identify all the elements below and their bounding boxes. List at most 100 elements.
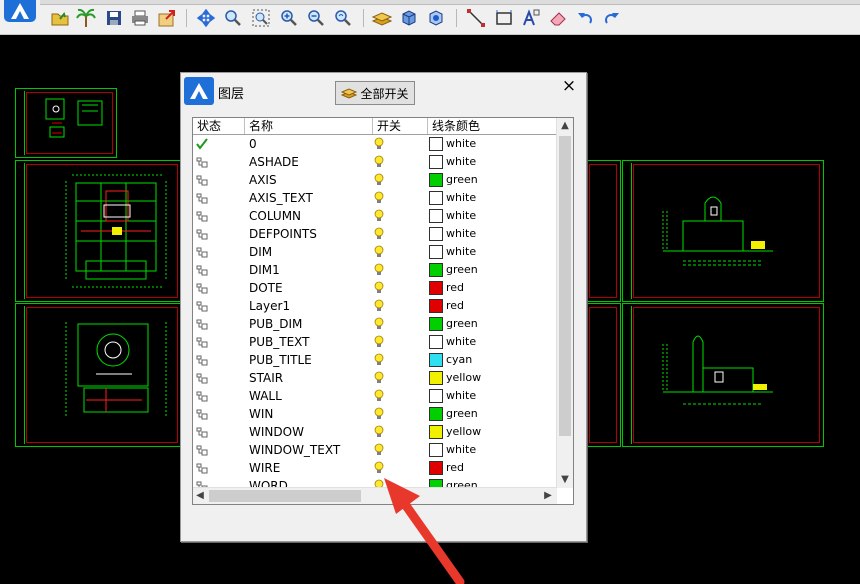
pan-icon[interactable]: [196, 8, 216, 28]
layer-status-icon[interactable]: [196, 372, 208, 384]
layer-row[interactable]: PUB_DIM green: [193, 315, 557, 333]
color-swatch[interactable]: [429, 335, 443, 349]
color-swatch[interactable]: [429, 137, 443, 151]
layer-row[interactable]: AXIS green: [193, 171, 557, 189]
color-swatch[interactable]: [429, 281, 443, 295]
column-header-line-color[interactable]: 线条颜色: [428, 118, 557, 134]
layer-row[interactable]: 0 white: [193, 135, 557, 153]
lightbulb-on-icon[interactable]: [374, 371, 384, 388]
layer-row[interactable]: ASHADE white: [193, 153, 557, 171]
current-layer-check-icon[interactable]: [196, 138, 208, 150]
layer-status-icon[interactable]: [196, 336, 208, 348]
layer-color-name[interactable]: yellow: [446, 423, 481, 441]
lightbulb-on-icon[interactable]: [374, 353, 384, 370]
cube-icon[interactable]: [399, 8, 419, 28]
layer-color-name[interactable]: green: [446, 171, 478, 189]
color-swatch[interactable]: [429, 263, 443, 277]
layer-color-name[interactable]: green: [446, 261, 478, 279]
eraser-icon[interactable]: [548, 8, 568, 28]
color-swatch[interactable]: [429, 371, 443, 385]
color-swatch[interactable]: [429, 317, 443, 331]
layer-color-name[interactable]: yellow: [446, 369, 481, 387]
layer-status-icon[interactable]: [196, 462, 208, 474]
lightbulb-on-icon[interactable]: [374, 155, 384, 172]
layer-status-icon[interactable]: [196, 426, 208, 438]
lightbulb-on-icon[interactable]: [374, 443, 384, 460]
layer-row[interactable]: PUB_TEXT white: [193, 333, 557, 351]
layer-color-name[interactable]: white: [446, 189, 476, 207]
layer-color-name[interactable]: red: [446, 279, 464, 297]
layer-status-icon[interactable]: [196, 444, 208, 456]
layer-row[interactable]: Layer1 red: [193, 297, 557, 315]
column-header-name[interactable]: 名称: [245, 118, 373, 134]
layer-status-icon[interactable]: [196, 354, 208, 366]
layer-row[interactable]: WINDOW yellow: [193, 423, 557, 441]
layer-color-name[interactable]: cyan: [446, 351, 472, 369]
layer-color-name[interactable]: white: [446, 153, 476, 171]
line-icon[interactable]: [466, 8, 486, 28]
app-logo-icon[interactable]: [4, 0, 36, 22]
palm-tree-icon[interactable]: [76, 8, 96, 28]
lightbulb-on-icon[interactable]: [374, 263, 384, 280]
layer-status-icon[interactable]: [196, 390, 208, 402]
layer-row[interactable]: DEFPOINTS white: [193, 225, 557, 243]
color-swatch[interactable]: [429, 299, 443, 313]
close-button[interactable]: ×: [560, 77, 578, 95]
lightbulb-on-icon[interactable]: [374, 389, 384, 406]
scroll-thumb[interactable]: [209, 490, 361, 502]
layer-color-name[interactable]: white: [446, 441, 476, 459]
zoom-window-icon[interactable]: [251, 8, 271, 28]
layer-row[interactable]: STAIR yellow: [193, 369, 557, 387]
lightbulb-on-icon[interactable]: [374, 407, 384, 424]
scroll-right-icon[interactable]: ▶: [541, 488, 555, 504]
column-header-toggle[interactable]: 开关: [373, 118, 428, 134]
layer-status-icon[interactable]: [196, 192, 208, 204]
lightbulb-on-icon[interactable]: [374, 299, 384, 316]
layer-color-name[interactable]: white: [446, 243, 476, 261]
zoom-realtime-icon[interactable]: [223, 8, 243, 28]
layer-status-icon[interactable]: [196, 318, 208, 330]
undo-icon[interactable]: [575, 8, 595, 28]
rectangle-icon[interactable]: [494, 8, 514, 28]
all-toggle-button[interactable]: 全部开关: [335, 81, 415, 105]
export-icon[interactable]: [157, 8, 177, 28]
save-icon[interactable]: [104, 8, 124, 28]
redo-icon[interactable]: [602, 8, 622, 28]
lightbulb-on-icon[interactable]: [374, 137, 384, 154]
text-icon[interactable]: [521, 8, 541, 28]
color-swatch[interactable]: [429, 173, 443, 187]
layer-status-icon[interactable]: [196, 264, 208, 276]
layer-status-icon[interactable]: [196, 228, 208, 240]
color-swatch[interactable]: [429, 407, 443, 421]
color-swatch[interactable]: [429, 227, 443, 241]
layer-color-name[interactable]: white: [446, 207, 476, 225]
lightbulb-on-icon[interactable]: [374, 209, 384, 226]
zoom-in-icon[interactable]: [279, 8, 299, 28]
layer-row[interactable]: AXIS_TEXT white: [193, 189, 557, 207]
layer-status-icon[interactable]: [196, 156, 208, 168]
layer-color-name[interactable]: white: [446, 225, 476, 243]
layer-row[interactable]: DOTE red: [193, 279, 557, 297]
lightbulb-on-icon[interactable]: [374, 191, 384, 208]
layer-row[interactable]: DIM1 green: [193, 261, 557, 279]
zoom-previous-icon[interactable]: [333, 8, 353, 28]
print-icon[interactable]: [130, 8, 150, 28]
color-swatch[interactable]: [429, 443, 443, 457]
layer-icon[interactable]: [372, 8, 392, 28]
lightbulb-on-icon[interactable]: [374, 281, 384, 298]
scroll-left-icon[interactable]: ◀: [193, 488, 207, 504]
color-swatch[interactable]: [429, 389, 443, 403]
layer-row[interactable]: COLUMN white: [193, 207, 557, 225]
layer-row[interactable]: DIM white: [193, 243, 557, 261]
layer-status-icon[interactable]: [196, 246, 208, 258]
lightbulb-on-icon[interactable]: [374, 335, 384, 352]
layer-color-name[interactable]: white: [446, 135, 476, 153]
layer-row[interactable]: WINDOW_TEXT white: [193, 441, 557, 459]
zoom-out-icon[interactable]: [306, 8, 326, 28]
vertical-scrollbar[interactable]: ▲ ▼: [556, 118, 573, 488]
lightbulb-on-icon[interactable]: [374, 173, 384, 190]
color-swatch[interactable]: [429, 353, 443, 367]
layer-color-name[interactable]: red: [446, 297, 464, 315]
layer-color-name[interactable]: white: [446, 387, 476, 405]
3d-orbit-icon[interactable]: [426, 8, 446, 28]
